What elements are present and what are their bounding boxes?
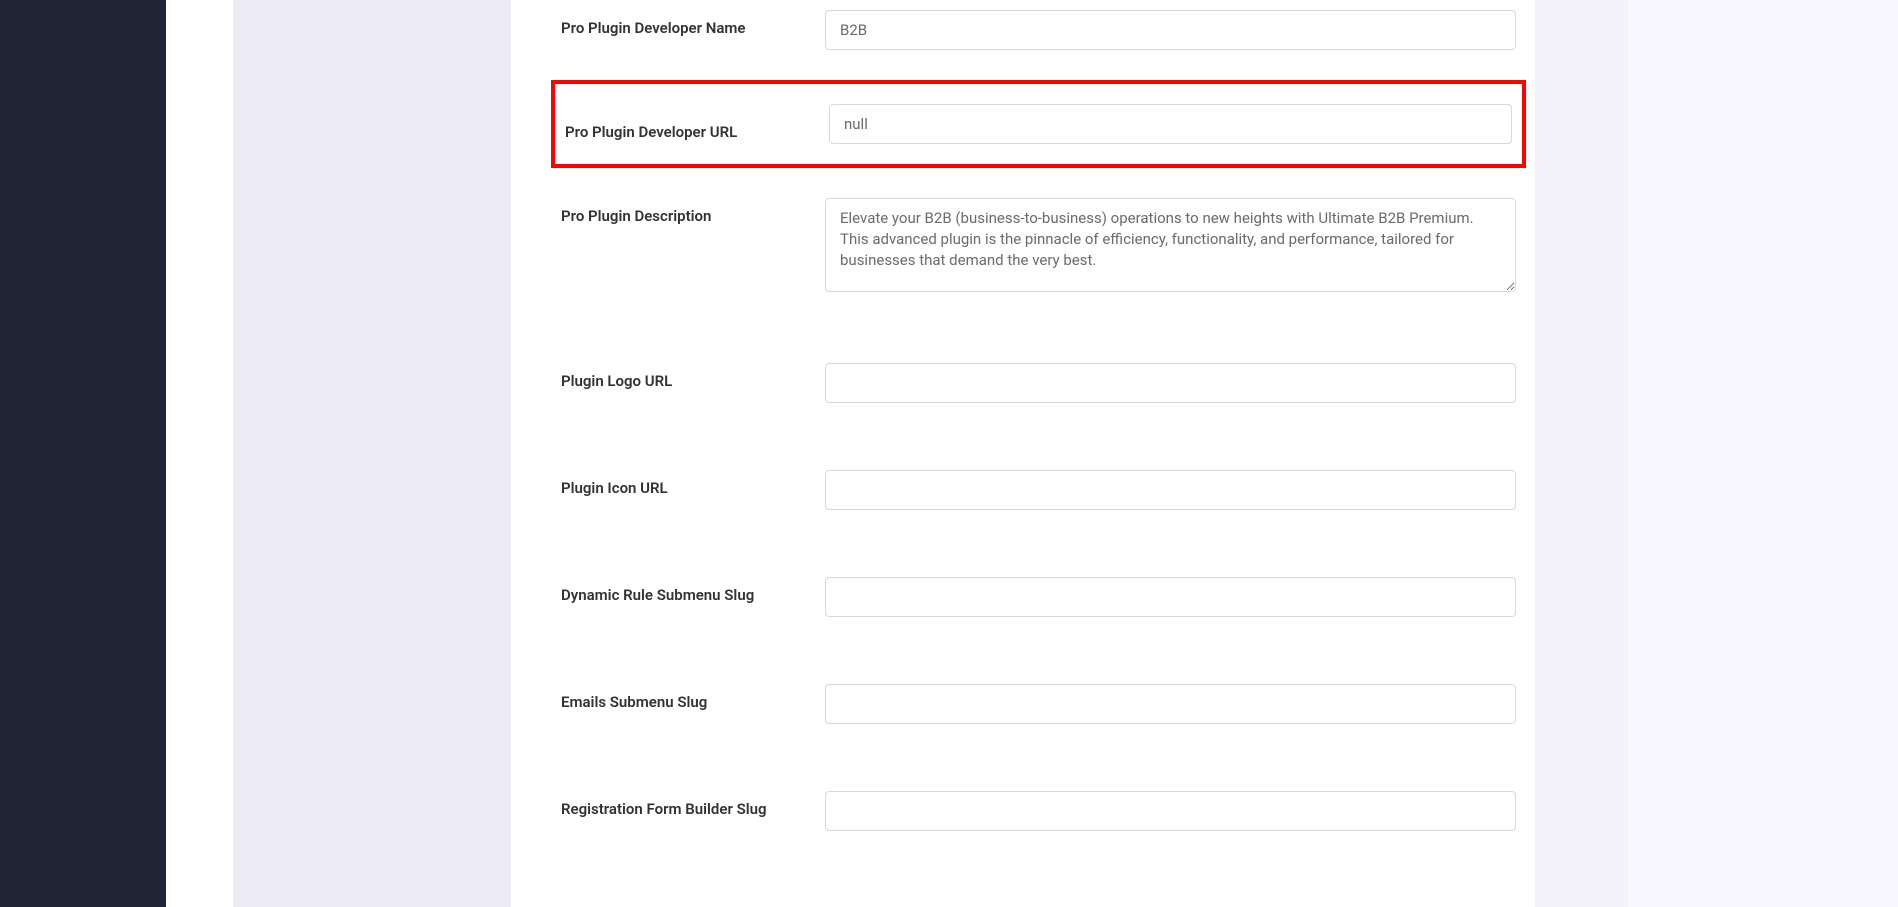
input-emails-slug[interactable] xyxy=(825,684,1516,724)
row-icon-url: Plugin Icon URL xyxy=(511,460,1535,520)
label-registration-slug: Registration Form Builder Slug xyxy=(511,781,825,818)
input-registration-slug[interactable] xyxy=(825,791,1516,831)
input-developer-name[interactable] xyxy=(825,10,1516,50)
row-emails-slug: Emails Submenu Slug xyxy=(511,674,1535,734)
label-description: Pro Plugin Description xyxy=(511,188,825,225)
row-developer-url-highlighted: Pro Plugin Developer URL xyxy=(551,80,1526,168)
row-logo-url: Plugin Logo URL xyxy=(511,353,1535,413)
label-icon-url: Plugin Icon URL xyxy=(511,460,825,497)
input-dynamic-rule-slug[interactable] xyxy=(825,577,1516,617)
label-emails-slug: Emails Submenu Slug xyxy=(511,674,825,711)
label-dynamic-rule-slug: Dynamic Rule Submenu Slug xyxy=(511,567,825,604)
label-developer-url: Pro Plugin Developer URL xyxy=(555,104,829,141)
label-developer-name: Pro Plugin Developer Name xyxy=(511,0,825,37)
row-description: Pro Plugin Description xyxy=(511,188,1535,306)
textarea-description[interactable] xyxy=(825,198,1516,292)
label-logo-url: Plugin Logo URL xyxy=(511,353,825,390)
secondary-panel xyxy=(233,0,511,907)
input-logo-url[interactable] xyxy=(825,363,1516,403)
row-registration-slug: Registration Form Builder Slug xyxy=(511,781,1535,841)
input-icon-url[interactable] xyxy=(825,470,1516,510)
far-right-column xyxy=(1628,0,1898,907)
settings-form: Pro Plugin Developer Name Pro Plugin Dev… xyxy=(511,0,1535,841)
light-sidebar-strip xyxy=(166,0,233,907)
primary-sidebar xyxy=(0,0,166,907)
row-dynamic-rule-slug: Dynamic Rule Submenu Slug xyxy=(511,567,1535,627)
main-content: Pro Plugin Developer Name Pro Plugin Dev… xyxy=(511,0,1535,907)
right-gutter xyxy=(1535,0,1628,907)
row-developer-name: Pro Plugin Developer Name xyxy=(511,0,1535,60)
input-developer-url[interactable] xyxy=(829,104,1512,144)
app-layout: Pro Plugin Developer Name Pro Plugin Dev… xyxy=(0,0,1898,907)
